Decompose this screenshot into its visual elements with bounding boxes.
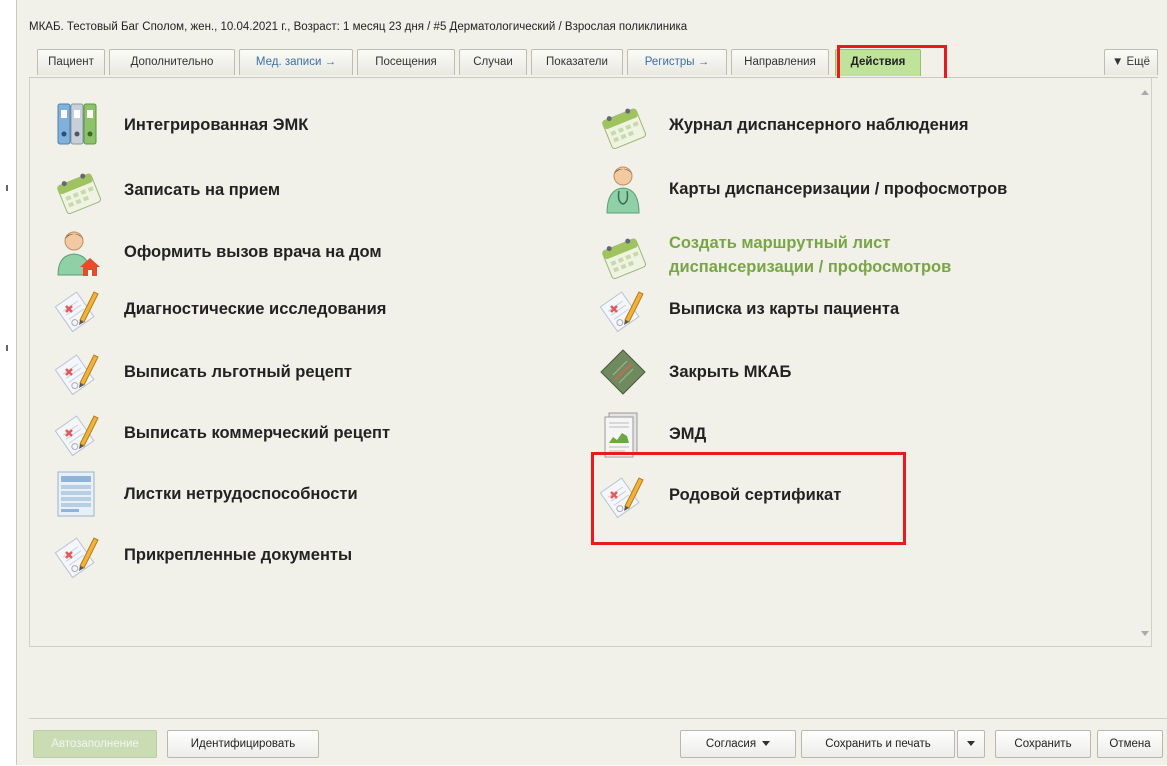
route-sheet-label-line1: Создать маршрутный лист [669, 234, 891, 252]
action-label: Создать маршрутный лист диспансеризации … [669, 231, 951, 279]
identify-button[interactable]: Идентифицировать [167, 730, 319, 758]
action-label: Закрыть МКАБ [669, 363, 792, 381]
action-label: Журнал диспансерного наблюдения [669, 116, 969, 134]
tab-bar: Пациент Дополнительно Мед. записи → Посе… [29, 49, 1158, 78]
action-label: Выписать коммерческий рецепт [124, 424, 391, 442]
doctor-icon [597, 164, 649, 214]
tab-patient[interactable]: Пациент [37, 49, 105, 75]
document-pencil-icon [597, 284, 649, 334]
action-label: Прикрепленные документы [124, 546, 353, 564]
route-sheet-label-line2: диспансеризации / профосмотров [669, 258, 952, 276]
action-dispensary-journal[interactable]: Журнал диспансерного наблюдения [597, 100, 969, 150]
closed-book-icon [597, 347, 649, 397]
document-pencil-icon [52, 284, 104, 334]
autofill-button[interactable]: Автозаполнение [33, 730, 157, 758]
more-tabs-button[interactable]: ▼ Ещё [1104, 49, 1158, 75]
birth-certificate-highlight [591, 452, 906, 545]
action-label: Диагностические исследования [124, 300, 387, 318]
action-diagnostic-studies[interactable]: Диагностические исследования [52, 284, 386, 334]
action-preferential-prescription[interactable]: Выписать льготный рецепт [52, 347, 352, 397]
action-label: Оформить вызов врача на дом [124, 243, 382, 261]
document-pencil-icon [52, 408, 104, 458]
tab-visits[interactable]: Посещения [357, 49, 455, 75]
window-title: МКАБ. Тестовый Баг Сполом, жен., 10.04.2… [29, 21, 688, 33]
form-icon [52, 469, 104, 519]
action-make-appointment[interactable]: Записать на прием [52, 165, 280, 215]
tab-med-records[interactable]: Мед. записи → [239, 49, 353, 75]
tab-indicators[interactable]: Показатели [531, 49, 623, 75]
edge-mark [6, 345, 8, 351]
action-label: Выписка из карты пациента [669, 300, 900, 318]
action-label: Листки нетрудоспособности [124, 485, 358, 503]
doctor-home-icon [52, 227, 104, 277]
calendar-icon [597, 230, 649, 280]
action-label: Интегрированная ЭМК [124, 116, 309, 134]
action-integrated-emk[interactable]: Интегрированная ЭМК [52, 100, 308, 150]
tab-additional[interactable]: Дополнительно [109, 49, 235, 75]
action-sick-leave[interactable]: Листки нетрудоспособности [52, 469, 358, 519]
chevron-down-icon [967, 741, 975, 747]
scroll-down-arrow[interactable] [1141, 631, 1149, 636]
save-and-print-button[interactable]: Сохранить и печать [801, 730, 955, 758]
consents-button[interactable]: Согласия [680, 730, 796, 758]
consents-label: Согласия [705, 738, 757, 750]
action-attached-documents[interactable]: Прикрепленные документы [52, 530, 352, 580]
scroll-up-arrow[interactable] [1141, 90, 1149, 95]
save-button[interactable]: Сохранить [995, 730, 1091, 758]
action-create-route-sheet[interactable]: Создать маршрутный лист диспансеризации … [597, 228, 951, 282]
calendar-icon [52, 165, 104, 215]
action-label: Карты диспансеризации / профосмотров [669, 180, 1008, 198]
save-print-dropdown-button[interactable] [957, 730, 985, 758]
action-label: Выписать льготный рецепт [124, 363, 352, 381]
tab-registers[interactable]: Регистры → [627, 49, 727, 75]
tab-cases[interactable]: Случаи [459, 49, 527, 75]
document-pencil-icon [52, 347, 104, 397]
mkab-window: МКАБ. Тестовый Баг Сполом, жен., 10.04.2… [16, 0, 1167, 765]
binders-icon [52, 100, 104, 150]
action-patient-extract[interactable]: Выписка из карты пациента [597, 284, 899, 334]
actions-panel: Интегрированная ЭМК Записать на прием Оф… [29, 78, 1152, 647]
cancel-button[interactable]: Отмена [1097, 730, 1163, 758]
document-pencil-icon [52, 530, 104, 580]
chevron-down-icon [762, 741, 771, 747]
bottom-toolbar: Автозаполнение Идентифицировать Согласия… [29, 718, 1167, 766]
action-close-mkab[interactable]: Закрыть МКАБ [597, 347, 791, 397]
action-dispensary-cards[interactable]: Карты диспансеризации / профосмотров [597, 164, 1007, 214]
action-label: Записать на прием [124, 181, 281, 199]
action-commercial-prescription[interactable]: Выписать коммерческий рецепт [52, 408, 390, 458]
edge-mark [6, 185, 8, 191]
action-doctor-home-call[interactable]: Оформить вызов врача на дом [52, 227, 382, 277]
calendar-icon [597, 100, 649, 150]
tab-referrals[interactable]: Направления [731, 49, 829, 75]
action-label: ЭМД [669, 425, 707, 443]
